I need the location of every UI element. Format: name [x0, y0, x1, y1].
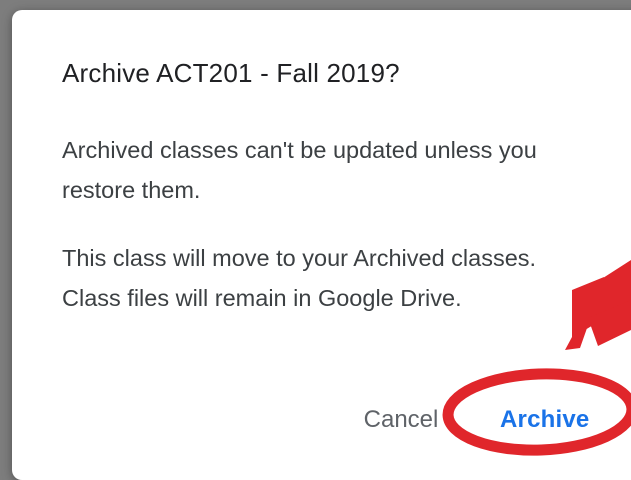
archive-class-dialog: Archive ACT201 - Fall 2019? Archived cla… [12, 10, 631, 480]
archive-button[interactable]: Archive [500, 398, 589, 442]
cancel-button[interactable]: Cancel [359, 398, 443, 442]
dialog-actions: Cancel Archive [12, 398, 631, 442]
dialog-description-move: This class will move to your Archived cl… [62, 245, 537, 311]
dialog-title: Archive ACT201 - Fall 2019? [62, 58, 400, 88]
dialog-description-restore: Archived classes can't be updated unless… [62, 137, 537, 203]
